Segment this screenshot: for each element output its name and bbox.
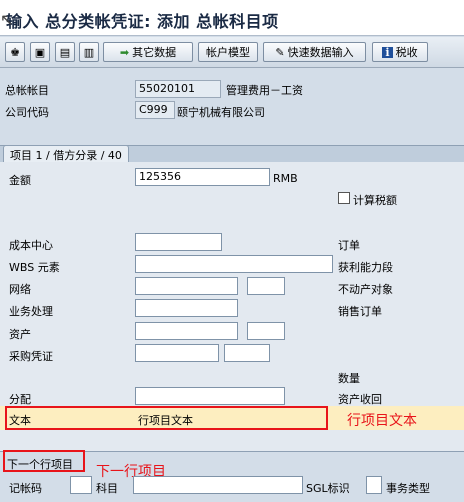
fast-data-entry-button[interactable]: ✎ 快速数据输入: [263, 42, 366, 62]
hold-document-button[interactable]: ▤: [55, 42, 75, 62]
gl-account-description: 管理费用－工资: [226, 84, 303, 97]
amount-input[interactable]: 125356: [135, 168, 270, 186]
account-model-label: 帐户模型: [206, 46, 250, 59]
account-model-button[interactable]: 帐户模型: [198, 42, 258, 62]
assignment-label: 分配: [9, 393, 31, 406]
mouse-cursor-icon: ↖: [0, 10, 14, 29]
company-code-description: 颐宁机械有限公司: [177, 106, 265, 119]
company-code-label: 公司代码: [5, 106, 49, 119]
network-input[interactable]: [135, 277, 238, 295]
save-icon: ▤: [59, 45, 71, 59]
purchase-doc-label: 采购凭证: [9, 350, 53, 363]
glasses-icon: ♚: [10, 45, 20, 59]
copy-icon: ▥: [83, 45, 95, 59]
order-label: 订单: [338, 239, 360, 252]
display-document-button[interactable]: ♚: [5, 42, 25, 62]
purchase-doc-item-input[interactable]: [224, 344, 270, 362]
tax-label: 税收: [395, 46, 418, 59]
park-document-button[interactable]: ▥: [79, 42, 99, 62]
company-code-field[interactable]: C999: [135, 101, 175, 119]
asset-input[interactable]: [135, 322, 238, 340]
next-item-annotation-box: [3, 450, 85, 472]
sgl-indicator-label: SGL标识: [306, 482, 350, 495]
amount-label: 金额: [9, 174, 31, 187]
calc-tax-label: 计算税额: [353, 194, 397, 207]
more-data-button[interactable]: ➡ 其它数据: [103, 42, 193, 62]
calc-tax-checkbox[interactable]: [338, 192, 350, 204]
asset-label: 资产: [9, 328, 31, 341]
account-input[interactable]: [133, 476, 303, 494]
business-process-label: 业务处理: [9, 305, 53, 318]
arrow-right-icon: ➡: [119, 45, 130, 59]
assignment-input[interactable]: [135, 387, 285, 405]
purchase-doc-input[interactable]: [135, 344, 219, 362]
transaction-type-label: 事务类型: [386, 482, 430, 495]
tax-button[interactable]: i 税收: [372, 42, 428, 62]
posting-key-label: 记帐码: [9, 482, 42, 495]
quantity-label: 数量: [338, 372, 360, 385]
text-row-annotation-box: [5, 406, 328, 430]
tab-item-1[interactable]: 项目 1 / 借方分录 / 40: [3, 145, 129, 162]
real-estate-object-label[interactable]: 不动产对象: [338, 281, 393, 297]
wbs-element-input[interactable]: [135, 255, 333, 273]
document-icon: ▣: [34, 45, 46, 59]
text-row-annotation: 行项目文本: [347, 413, 417, 429]
cost-center-input[interactable]: [135, 233, 222, 251]
asset-subnumber-input[interactable]: [247, 322, 285, 340]
fast-data-entry-label: 快速数据输入: [287, 46, 354, 59]
gl-account-field[interactable]: 55020101: [135, 80, 221, 98]
sgl-indicator-input[interactable]: [366, 476, 382, 494]
info-icon: i: [382, 46, 393, 58]
network-label: 网络: [9, 283, 31, 296]
asset-retirement-label[interactable]: 资产收回: [338, 391, 382, 407]
cost-center-label: 成本中心: [9, 239, 53, 252]
sales-order-label: 销售订单: [338, 305, 382, 318]
network-activity-input[interactable]: [247, 277, 285, 295]
account-label: 科目: [96, 482, 118, 495]
edit-icon: ✎: [275, 45, 285, 59]
currency-label: RMB: [273, 172, 298, 185]
posting-key-input[interactable]: [70, 476, 92, 494]
wbs-element-label: WBS 元素: [9, 261, 60, 274]
document-overview-button[interactable]: ▣: [30, 42, 50, 62]
more-data-label: 其它数据: [132, 46, 177, 59]
window-title: 输入 总分类帐凭证: 添加 总帐科目项: [6, 12, 279, 31]
profitability-segment-label[interactable]: 获利能力段: [338, 259, 393, 275]
gl-account-label: 总帐帐目: [5, 84, 49, 97]
business-process-input[interactable]: [135, 299, 238, 317]
